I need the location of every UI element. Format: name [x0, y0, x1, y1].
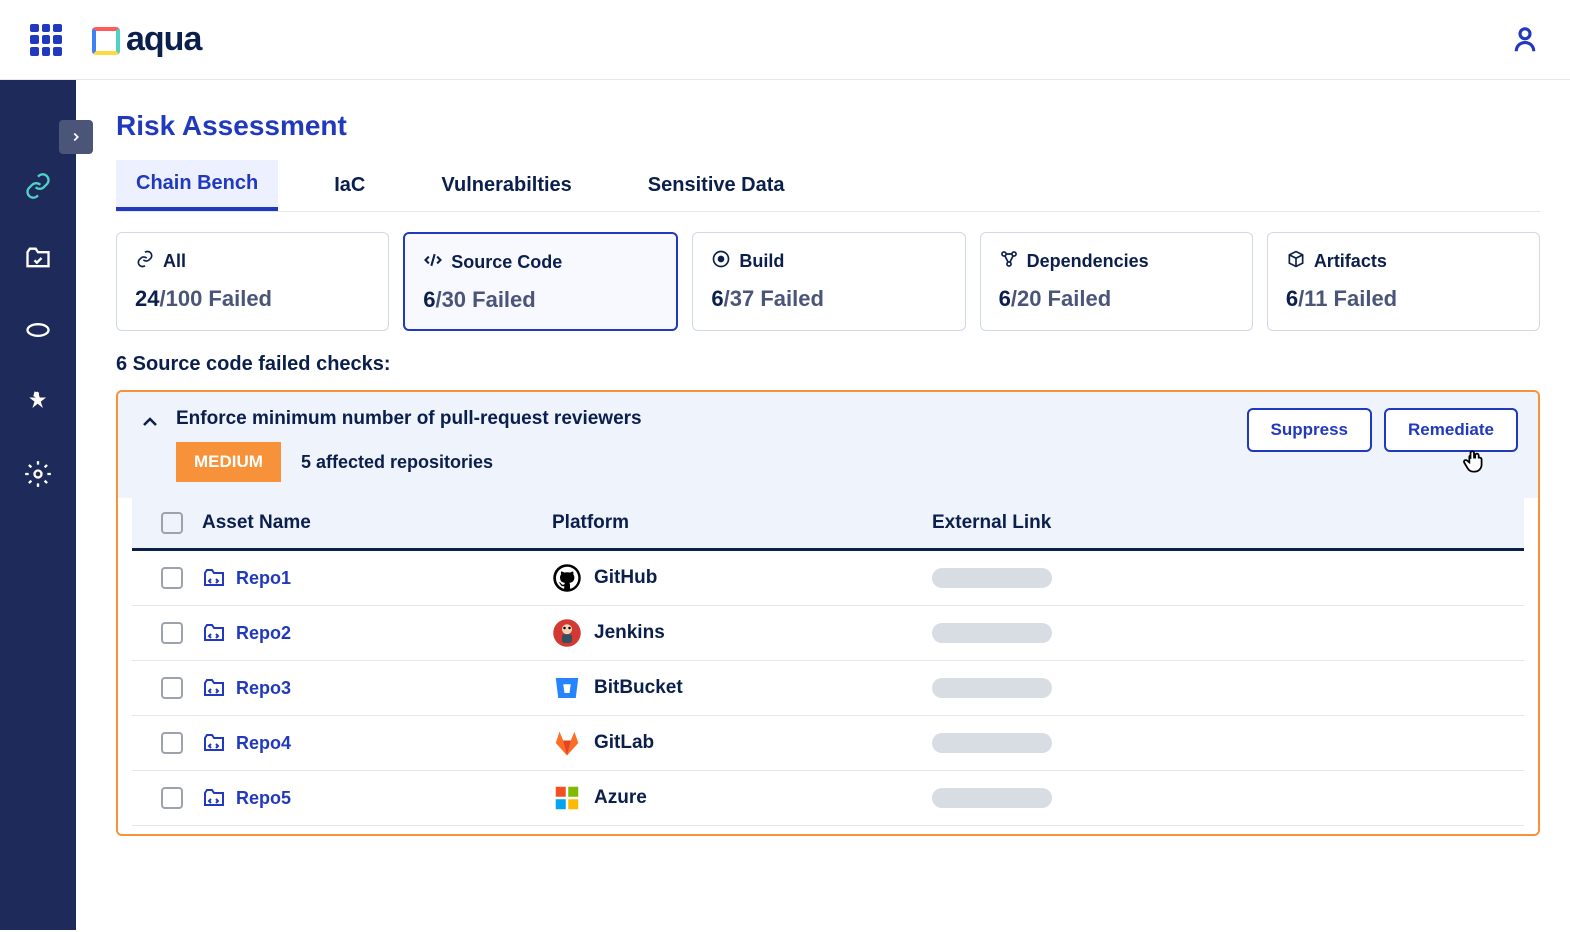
sidebar-item-scan[interactable]: [0, 294, 76, 366]
collapse-icon[interactable]: [138, 410, 162, 434]
table-row: Repo1GitHub: [132, 551, 1524, 606]
affected-count: 5 affected repositories: [301, 452, 493, 473]
select-all-checkbox[interactable]: [161, 512, 183, 534]
asset-link[interactable]: Repo1: [202, 566, 552, 590]
card-label: Source Code: [451, 252, 562, 273]
github-icon: [552, 563, 582, 593]
external-link-placeholder[interactable]: [932, 568, 1052, 588]
top-header: aqua: [0, 0, 1570, 80]
card-stats: 6/30 Failed: [423, 287, 658, 313]
layout: Risk Assessment Chain Bench IaC Vulnerabil…: [0, 80, 1570, 930]
summary-card-dependencies[interactable]: Dependencies 6/20 Failed: [980, 232, 1253, 331]
brand-logo[interactable]: aqua: [92, 20, 201, 59]
card-label: Artifacts: [1314, 251, 1387, 272]
platform-cell: GitLab: [552, 728, 932, 758]
sidebar: [0, 80, 76, 930]
card-stats: 6/37 Failed: [711, 286, 946, 312]
jenkins-icon: [552, 618, 582, 648]
asset-link[interactable]: Repo5: [202, 786, 552, 810]
summary-card-source-code[interactable]: Source Code 6/30 Failed: [403, 232, 678, 331]
card-stats: 24/100 Failed: [135, 286, 370, 312]
check-meta: MEDIUM 5 affected repositories: [176, 442, 1233, 482]
card-label: Build: [739, 251, 784, 272]
card-label: Dependencies: [1027, 251, 1149, 272]
azure-icon: [552, 783, 582, 813]
table-row: Repo5Azure: [132, 771, 1524, 826]
check-info: Enforce minimum number of pull-request r…: [176, 408, 1233, 482]
tab-iac[interactable]: IaC: [314, 160, 385, 211]
external-link-placeholder[interactable]: [932, 623, 1052, 643]
bitbucket-icon: [552, 673, 582, 703]
deps-icon: [999, 249, 1019, 274]
platform-cell: Azure: [552, 783, 932, 813]
card-stats: 6/20 Failed: [999, 286, 1234, 312]
card-header: Source Code: [423, 250, 658, 275]
row-checkbox[interactable]: [161, 567, 183, 589]
sidebar-item-chain[interactable]: [0, 150, 76, 222]
asset-link[interactable]: Repo3: [202, 676, 552, 700]
table-header-row: Asset Name Platform External Link: [132, 498, 1524, 551]
tab-chain-bench[interactable]: Chain Bench: [116, 160, 278, 211]
sidebar-item-enforce[interactable]: [0, 366, 76, 438]
header-link: External Link: [932, 512, 1514, 534]
sidebar-item-settings[interactable]: [0, 438, 76, 510]
severity-badge: MEDIUM: [176, 442, 281, 482]
summary-card-build[interactable]: Build 6/37 Failed: [692, 232, 965, 331]
table-row: Repo4GitLab: [132, 716, 1524, 771]
card-stats: 6/11 Failed: [1286, 286, 1521, 312]
app-launcher-icon[interactable]: [30, 24, 62, 56]
header-asset: Asset Name: [202, 512, 552, 534]
tab-sensitive-data[interactable]: Sensitive Data: [628, 160, 805, 211]
card-label: All: [163, 251, 186, 272]
sidebar-expand-button[interactable]: [59, 120, 93, 154]
card-header: Artifacts: [1286, 249, 1521, 274]
table-row: Repo3BitBucket: [132, 661, 1524, 716]
table-row: Repo2Jenkins: [132, 606, 1524, 661]
gitlab-icon: [552, 728, 582, 758]
external-link-placeholder[interactable]: [932, 788, 1052, 808]
check-actions: Suppress Remediate: [1247, 408, 1518, 452]
check-header: Enforce minimum number of pull-request r…: [118, 392, 1538, 498]
artifacts-icon: [1286, 249, 1306, 274]
remediate-button[interactable]: Remediate: [1384, 408, 1518, 452]
row-checkbox[interactable]: [161, 732, 183, 754]
summary-cards: All 24/100 Failed Source Code 6/30 Failed Bu…: [116, 232, 1540, 331]
summary-card-all[interactable]: All 24/100 Failed: [116, 232, 389, 331]
card-header: All: [135, 249, 370, 274]
card-header: Dependencies: [999, 249, 1234, 274]
brand-text: aqua: [126, 20, 201, 59]
logo-mark-icon: [92, 27, 118, 53]
external-link-placeholder[interactable]: [932, 678, 1052, 698]
tabs: Chain Bench IaC Vulnerabilties Sensitive Da…: [116, 160, 1540, 212]
build-icon: [711, 249, 731, 274]
row-checkbox[interactable]: [161, 622, 183, 644]
code-icon: [423, 250, 443, 275]
sidebar-item-repos[interactable]: [0, 222, 76, 294]
link-icon: [135, 249, 155, 274]
page-title: Risk Assessment: [116, 110, 1540, 142]
platform-cell: GitHub: [552, 563, 932, 593]
platform-cell: BitBucket: [552, 673, 932, 703]
card-header: Build: [711, 249, 946, 274]
section-heading: 6 Source code failed checks:: [116, 353, 1540, 376]
row-checkbox[interactable]: [161, 787, 183, 809]
summary-card-artifacts[interactable]: Artifacts 6/11 Failed: [1267, 232, 1540, 331]
external-link-placeholder[interactable]: [932, 733, 1052, 753]
check-title: Enforce minimum number of pull-request r…: [176, 408, 1233, 430]
suppress-button[interactable]: Suppress: [1247, 408, 1372, 452]
asset-table: Asset Name Platform External Link Repo1G…: [118, 498, 1538, 834]
tab-vulnerabilties[interactable]: Vulnerabilties: [421, 160, 591, 211]
user-icon[interactable]: [1510, 25, 1540, 55]
platform-cell: Jenkins: [552, 618, 932, 648]
asset-link[interactable]: Repo4: [202, 731, 552, 755]
row-checkbox[interactable]: [161, 677, 183, 699]
main-content: Risk Assessment Chain Bench IaC Vulnerabil…: [76, 80, 1570, 930]
asset-link[interactable]: Repo2: [202, 621, 552, 645]
header-platform: Platform: [552, 512, 932, 534]
check-panel: Enforce minimum number of pull-request r…: [116, 390, 1540, 836]
